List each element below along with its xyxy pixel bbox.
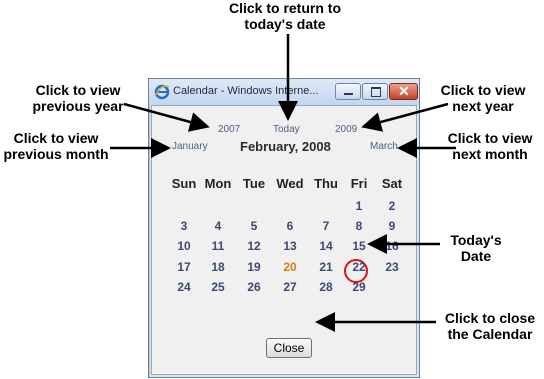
arrow-prev-year bbox=[123, 102, 210, 132]
annotation-arrows bbox=[110, 34, 456, 332]
arrow-next-year bbox=[361, 102, 449, 132]
